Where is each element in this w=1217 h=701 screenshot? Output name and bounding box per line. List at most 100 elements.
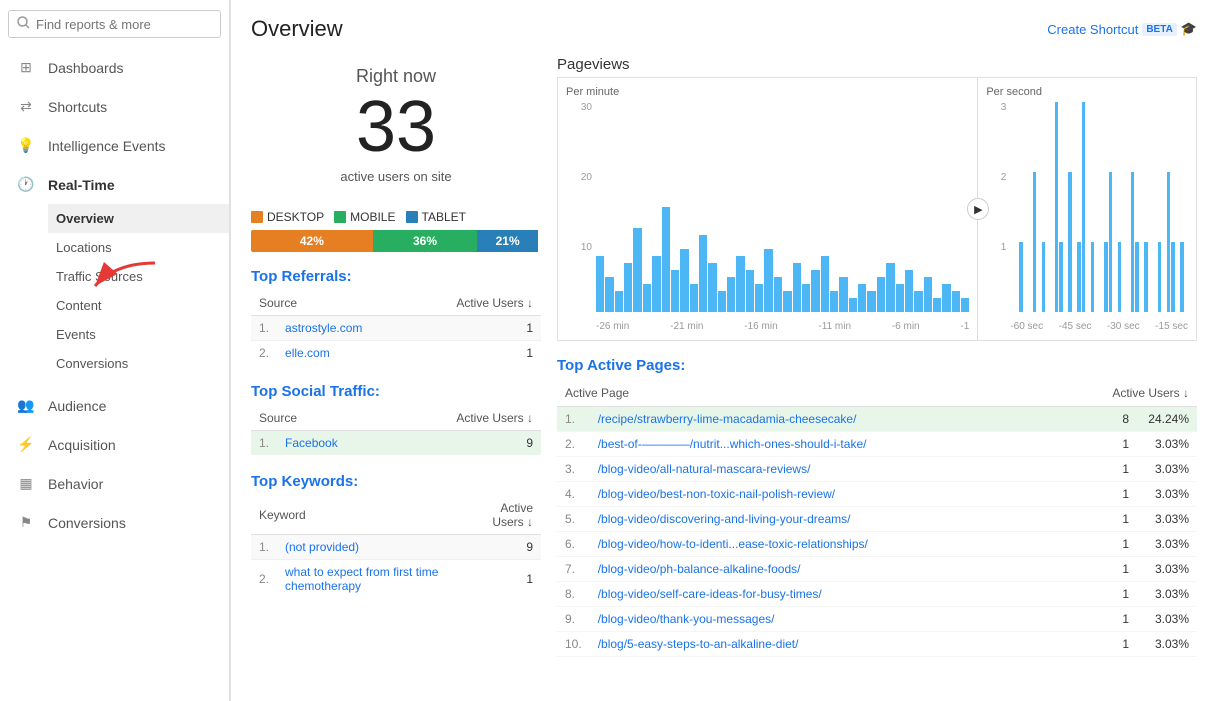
subnav-locations[interactable]: Locations	[48, 233, 229, 262]
table-row: 9. /blog-video/thank-you-messages/ 1 3.0…	[557, 607, 1197, 632]
sidebar-item-realtime[interactable]: 🕐 Real-Time	[0, 165, 229, 204]
row-num: 5.	[557, 507, 590, 532]
page-cell[interactable]: /best-of-————/nutrit...which-ones-should…	[590, 432, 1097, 457]
bar	[858, 284, 866, 312]
table-row: 1. Facebook 9	[251, 431, 541, 456]
sidebar-item-dashboards[interactable]: ⊞ Dashboards	[0, 48, 229, 87]
sidebar-item-intelligence[interactable]: 💡 Intelligence Events	[0, 126, 229, 165]
create-shortcut-button[interactable]: Create Shortcut BETA 🎓	[1047, 21, 1197, 37]
keyword-cell[interactable]: (not provided)	[277, 535, 465, 560]
bar-col	[680, 102, 688, 312]
bar-col	[1149, 102, 1152, 312]
page-cell[interactable]: /blog-video/ph-balance-alkaline-foods/	[590, 557, 1097, 582]
bar-col	[1042, 102, 1045, 312]
bar-col	[690, 102, 698, 312]
bar-col	[793, 102, 801, 312]
bar-col	[886, 102, 894, 312]
bar-col	[952, 102, 960, 312]
bar	[961, 298, 969, 312]
beta-badge: BETA	[1142, 23, 1176, 36]
bar-col	[652, 102, 660, 312]
active-users-header: Active Users ↓	[1097, 380, 1197, 407]
top-referrals-section: Top Referrals: Source Active Users ↓ 1. …	[251, 268, 541, 365]
page-cell[interactable]: /blog-video/how-to-identi...ease-toxic-r…	[590, 532, 1097, 557]
bar	[755, 284, 763, 312]
bar	[1171, 242, 1174, 312]
table-row: 8. /blog-video/self-care-ideas-for-busy-…	[557, 582, 1197, 607]
users-cell: 9	[389, 431, 541, 456]
page-cell[interactable]: /recipe/strawberry-lime-macadamia-cheese…	[590, 407, 1097, 432]
bar-col	[802, 102, 810, 312]
bar	[1082, 102, 1085, 312]
sidebar-item-conversions[interactable]: ⚑ Conversions	[0, 503, 229, 542]
bar-col	[1028, 102, 1031, 312]
bar	[652, 256, 660, 312]
sidebar-item-acquisition[interactable]: ⚡ Acquisition	[0, 425, 229, 464]
bar-col	[1015, 102, 1018, 312]
row-num: 6.	[557, 532, 590, 557]
page-cell[interactable]: /blog-video/all-natural-mascara-reviews/	[590, 457, 1097, 482]
source-cell[interactable]: elle.com	[277, 341, 409, 366]
social-table: Source Active Users ↓ 1. Facebook 9	[251, 406, 541, 455]
page-title: Overview	[251, 16, 343, 42]
bar	[690, 284, 698, 312]
subnav-traffic-sources[interactable]: Traffic Sources	[48, 262, 229, 291]
subnav-content[interactable]: Content	[48, 291, 229, 320]
users-cell: 1	[1097, 607, 1137, 632]
per-second-label: Per second	[986, 86, 1188, 98]
bar-col	[633, 102, 641, 312]
bar	[680, 249, 688, 312]
chart-next-button[interactable]: ▶	[967, 198, 989, 220]
sidebar-item-audience[interactable]: 👥 Audience	[0, 386, 229, 425]
subnav-overview[interactable]: Overview	[48, 204, 229, 233]
page-cell[interactable]: /blog-video/self-care-ideas-for-busy-tim…	[590, 582, 1097, 607]
bar-col	[1046, 102, 1049, 312]
users-cell: 1	[1097, 432, 1137, 457]
bar	[896, 284, 904, 312]
bar	[905, 270, 913, 312]
tablet-dot	[406, 211, 418, 223]
bar	[1042, 242, 1045, 312]
bar-col	[1167, 102, 1170, 312]
bar-col	[1024, 102, 1027, 312]
sidebar-item-behavior[interactable]: ▦ Behavior	[0, 464, 229, 503]
bar-col	[896, 102, 904, 312]
bar	[811, 270, 819, 312]
bar-col	[1176, 102, 1179, 312]
row-num: 8.	[557, 582, 590, 607]
row-num: 4.	[557, 482, 590, 507]
bar-col	[605, 102, 613, 312]
page-cell[interactable]: /blog-video/thank-you-messages/	[590, 607, 1097, 632]
charts-row: Per minute 30 20 10 -26 min	[557, 77, 1197, 341]
bar	[867, 291, 875, 312]
source-cell[interactable]: Facebook	[277, 431, 389, 456]
bar-col	[1171, 102, 1174, 312]
grid2-icon: ▦	[16, 475, 36, 492]
subnav-conversions[interactable]: Conversions	[48, 349, 229, 378]
page-cell[interactable]: /blog-video/discovering-and-living-your-…	[590, 507, 1097, 532]
bar-col	[1113, 102, 1116, 312]
bar	[793, 263, 801, 312]
sidebar-item-shortcuts[interactable]: ⇄ Shortcuts	[0, 87, 229, 126]
row-num: 1.	[251, 535, 277, 560]
search-input[interactable]	[36, 17, 212, 32]
lightning-icon: ⚡	[16, 436, 36, 453]
search-box[interactable]	[8, 10, 221, 38]
page-cell[interactable]: /blog-video/best-non-toxic-nail-polish-r…	[590, 482, 1097, 507]
pct-cell: 3.03%	[1137, 532, 1197, 557]
per-minute-chart: Per minute 30 20 10 -26 min	[558, 78, 978, 340]
bar-col	[1082, 102, 1085, 312]
page-cell[interactable]: /blog/5-easy-steps-to-an-alkaline-diet/	[590, 632, 1097, 657]
subnav-events[interactable]: Events	[48, 320, 229, 349]
row-num: 2.	[251, 341, 277, 366]
bar-col	[1019, 102, 1022, 312]
bar	[1019, 242, 1022, 312]
source-cell[interactable]: astrostyle.com	[277, 316, 409, 341]
bar-col	[746, 102, 754, 312]
top-active-pages-section: Top Active Pages: Active Page Active Use…	[557, 357, 1197, 657]
top-social-title: Top Social Traffic:	[251, 383, 541, 400]
bar	[596, 256, 604, 312]
keyword-cell[interactable]: what to expect from first time chemother…	[277, 560, 465, 599]
users-cell: 1	[1097, 482, 1137, 507]
bar	[746, 270, 754, 312]
